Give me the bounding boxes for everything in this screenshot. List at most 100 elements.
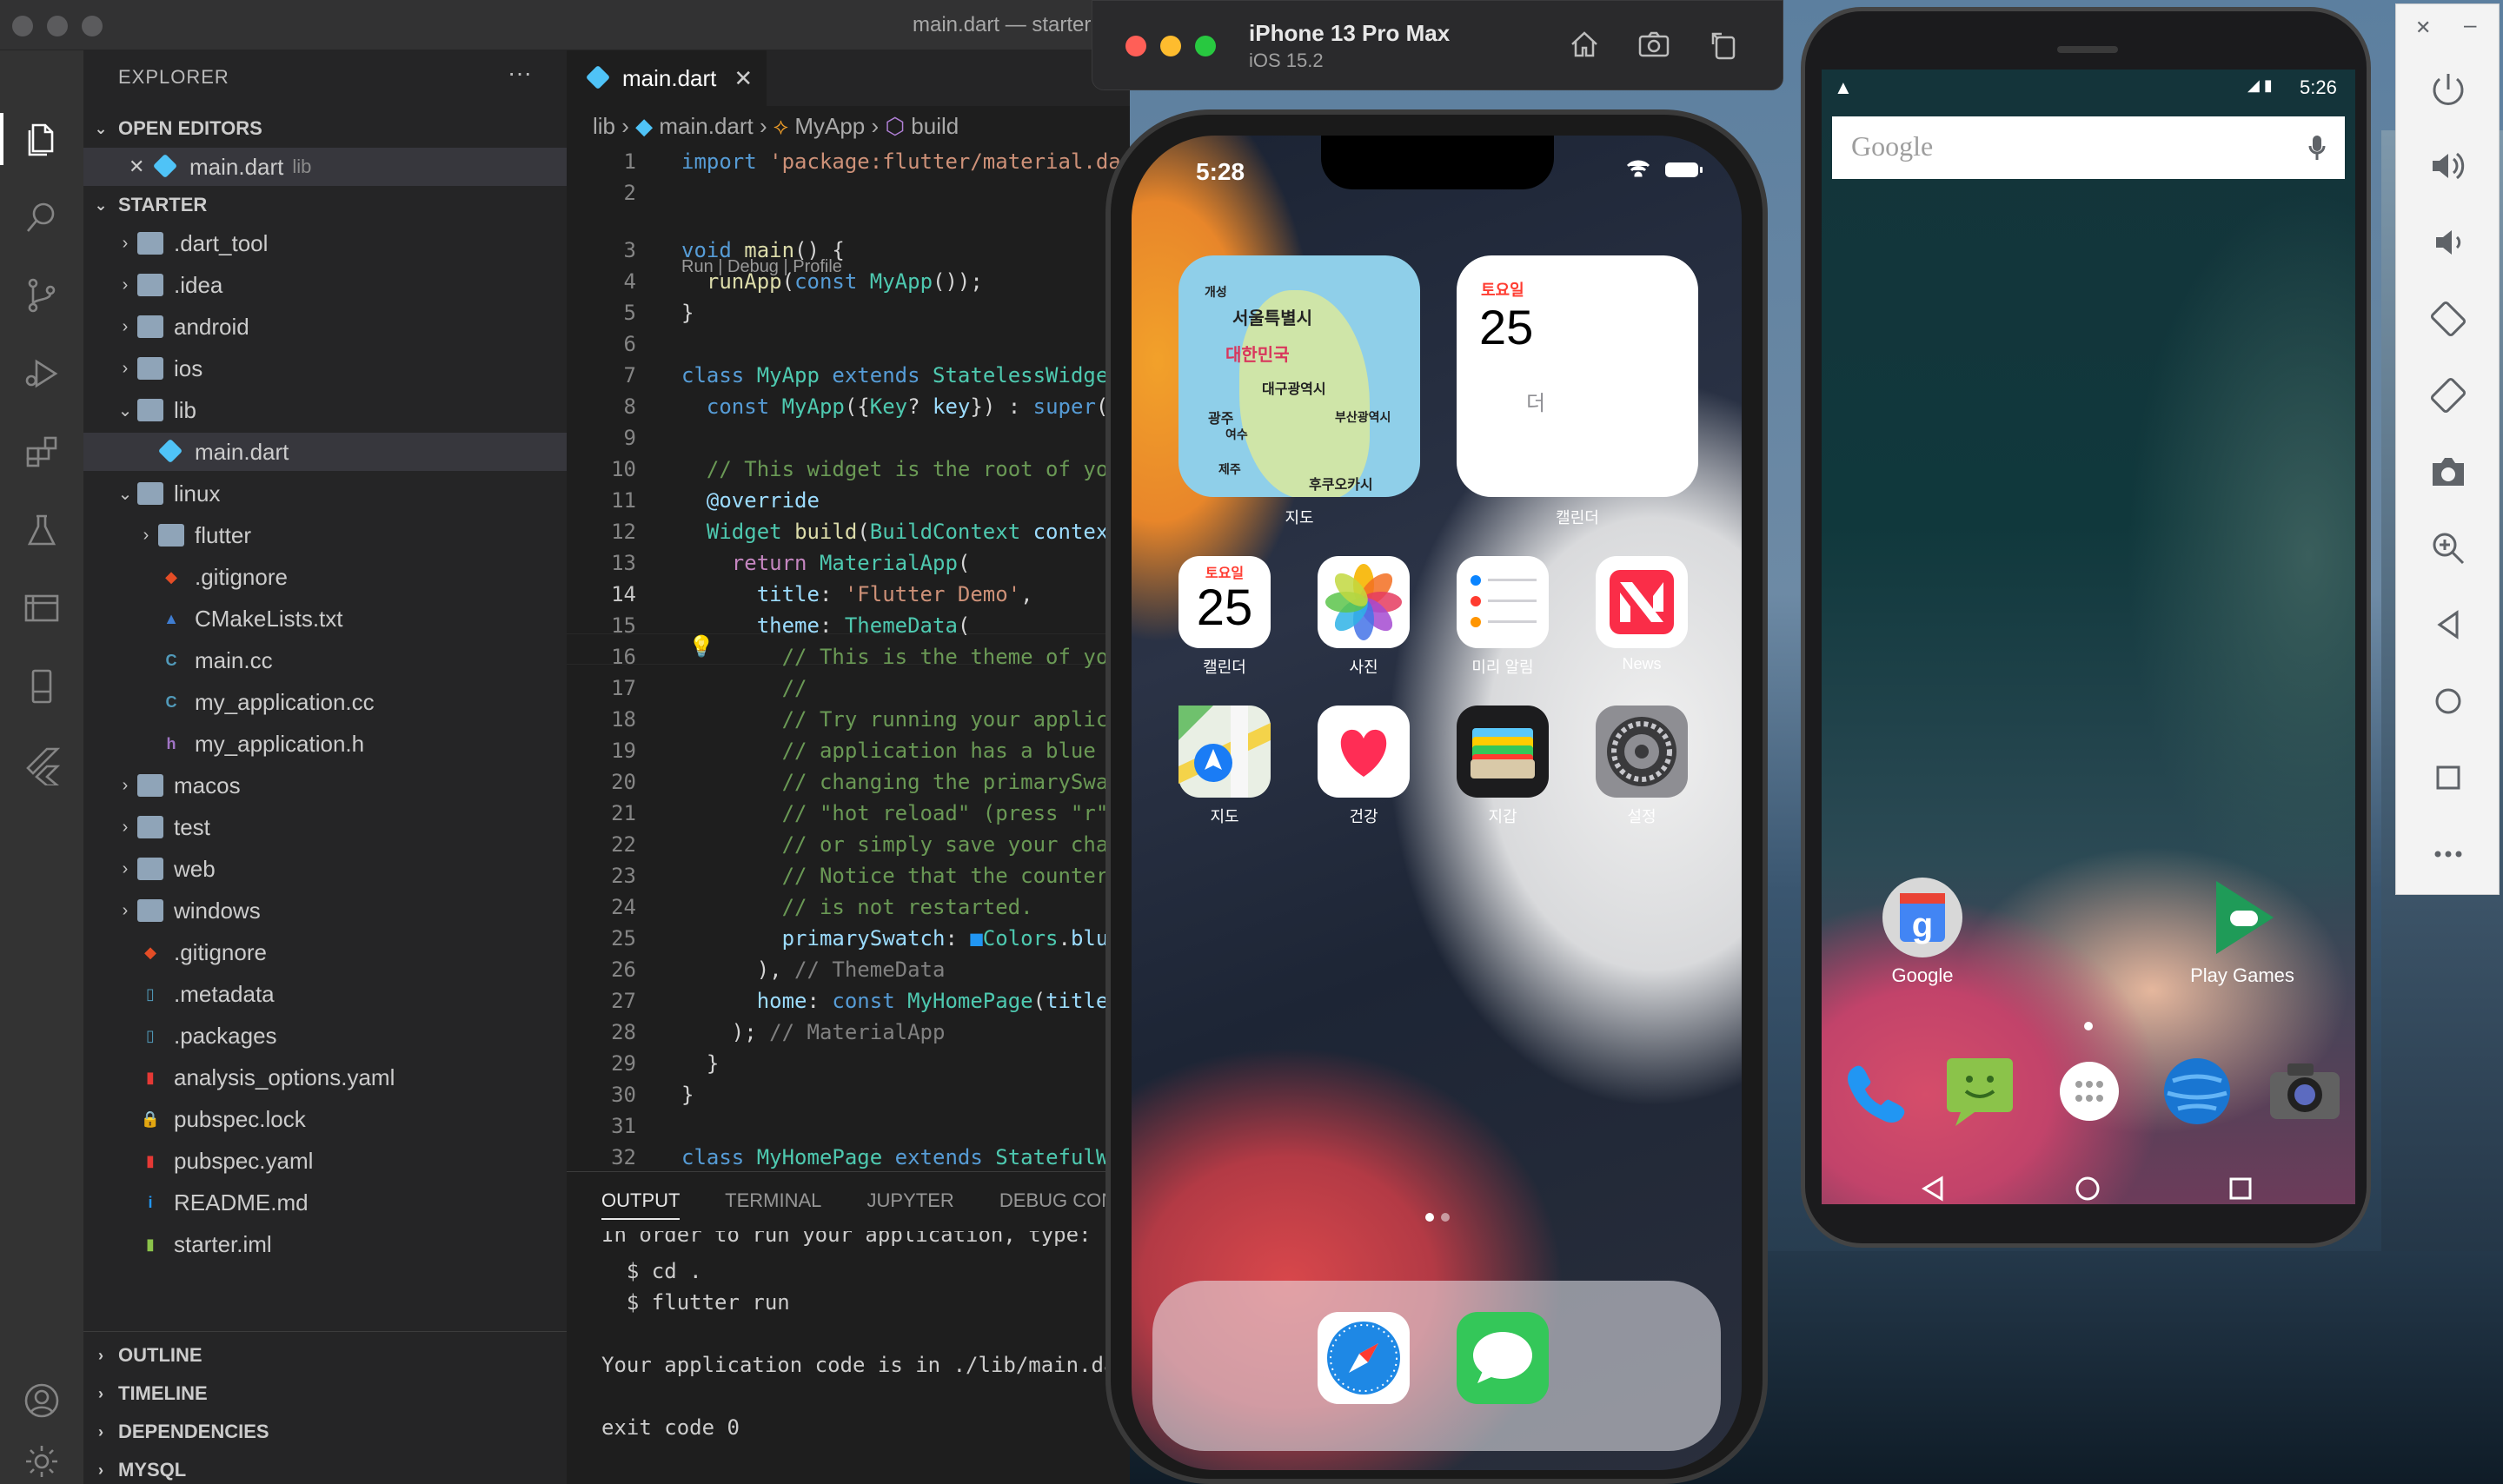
tree-folder[interactable]: › flutter [83, 516, 567, 554]
chevron-right-icon[interactable]: › [113, 901, 137, 921]
calendar-icon[interactable]: 토요일 25 [1178, 556, 1271, 648]
chevron-right-icon[interactable]: › [113, 275, 137, 295]
chevron-right-icon[interactable]: › [113, 776, 137, 796]
window-close-button[interactable] [12, 16, 33, 36]
window-zoom-button[interactable] [82, 16, 103, 36]
run-debug-icon[interactable] [21, 353, 63, 394]
chevron-right-icon[interactable]: › [113, 359, 137, 379]
sim-minimize-button[interactable] [1160, 36, 1181, 56]
source-control-icon[interactable] [21, 275, 63, 316]
rotate-icon[interactable] [1706, 27, 1741, 62]
messages-icon[interactable] [1457, 1312, 1549, 1404]
maps-icon[interactable] [1178, 706, 1271, 798]
app-drawer-icon[interactable] [2056, 1058, 2122, 1124]
tree-file[interactable]: Cmy_application.cc [83, 683, 567, 721]
account-icon[interactable] [21, 1380, 63, 1421]
tree-folder[interactable]: › .dart_tool [83, 224, 567, 262]
tree-folder[interactable]: ⌄ lib [83, 391, 567, 429]
android-home-icon[interactable] [2074, 1175, 2101, 1204]
phone-icon[interactable] [1841, 1058, 1910, 1128]
manage-gear-icon[interactable] [21, 1441, 63, 1482]
mysql-section[interactable]: › MYSQL [83, 1451, 567, 1484]
maps-widget[interactable]: 개성 서울특별시 대한민국 대구광역시 광주 여수 부산광역시 제주 후쿠오카시 [1178, 255, 1420, 497]
tree-file[interactable]: Cmain.cc [83, 641, 567, 679]
tree-file[interactable]: main.dart [83, 433, 567, 471]
tab-close-icon[interactable]: ✕ [734, 65, 753, 92]
outline-section[interactable]: › OUTLINE [83, 1336, 567, 1375]
chevron-right-icon[interactable]: › [113, 234, 137, 254]
tree-folder[interactable]: › test [83, 808, 567, 846]
chevron-right-icon[interactable]: › [134, 526, 158, 546]
tree-folder[interactable]: › android [83, 308, 567, 346]
sim-zoom-button[interactable] [1195, 36, 1216, 56]
tree-folder[interactable]: › windows [83, 891, 567, 930]
home-icon[interactable] [2427, 680, 2469, 722]
android-overview-icon[interactable] [2227, 1175, 2254, 1204]
tree-file[interactable]: ◆ .gitignore [83, 933, 567, 971]
close-icon[interactable]: ✕ [2415, 17, 2431, 39]
breadcrumb-file[interactable]: main.dart [659, 113, 753, 139]
tree-folder[interactable]: › ios [83, 349, 567, 388]
explorer-more-button[interactable]: ··· [508, 59, 532, 87]
timeline-section[interactable]: › TIMELINE [83, 1375, 567, 1413]
remote-explorer-icon[interactable] [21, 587, 63, 629]
calendar-widget[interactable]: 토요일 25 더 [1457, 255, 1698, 497]
camera-icon[interactable] [2427, 451, 2469, 493]
tab-jupyter[interactable]: JUPYTER [867, 1189, 954, 1211]
extensions-icon[interactable] [21, 431, 63, 473]
back-icon[interactable] [2427, 604, 2469, 646]
rotate-left-icon[interactable] [2427, 298, 2469, 340]
breadcrumb-dir[interactable]: lib [593, 113, 615, 139]
minimize-icon[interactable]: – [2464, 11, 2476, 38]
android-back-icon[interactable] [1919, 1175, 1947, 1204]
messaging-icon[interactable] [1943, 1055, 2016, 1128]
iphone-screen[interactable]: 5:28 개성 서울특별시 대한민국 대구광역시 광주 여수 부산광역시 제주 … [1132, 136, 1742, 1470]
rotate-right-icon[interactable] [2427, 374, 2469, 416]
browser-icon[interactable] [2161, 1055, 2234, 1128]
tree-file[interactable]: ▮ analysis_options.yaml [83, 1058, 567, 1096]
search-icon[interactable] [21, 196, 63, 238]
tree-file[interactable]: h my_application.h [83, 725, 567, 763]
tree-folder[interactable]: ⌄ linux [83, 474, 567, 513]
more-icon[interactable] [2427, 833, 2469, 875]
home-icon[interactable] [1567, 27, 1602, 62]
tab-terminal[interactable]: TERMINAL [725, 1189, 821, 1211]
safari-icon[interactable] [1318, 1312, 1410, 1404]
page-indicator[interactable] [1441, 1213, 1450, 1222]
page-indicator-active[interactable] [1425, 1213, 1434, 1222]
google-icon[interactable]: g [1881, 876, 1964, 959]
chevron-down-icon[interactable]: ⌄ [113, 483, 137, 505]
screenshot-icon[interactable] [1637, 27, 1671, 62]
open-editor-item[interactable]: ✕ main.dart lib [83, 148, 567, 186]
chevron-right-icon[interactable]: › [113, 317, 137, 337]
news-icon[interactable] [1596, 556, 1688, 648]
reminders-icon[interactable] [1457, 556, 1549, 648]
project-section[interactable]: ⌄ STARTER [83, 186, 567, 224]
tree-folder[interactable]: › macos [83, 766, 567, 805]
android-screen[interactable]: ▲ ◢ ▮ 5:26 Google g Google Play Games [1822, 70, 2355, 1204]
open-editors-section[interactable]: ⌄ OPEN EDITORS [83, 109, 567, 148]
tab-output[interactable]: OUTPUT [601, 1189, 681, 1220]
tree-file[interactable]: ◆ .gitignore [83, 558, 567, 596]
window-minimize-button[interactable] [47, 16, 68, 36]
microphone-icon[interactable] [2308, 134, 2326, 162]
chevron-right-icon[interactable]: › [113, 859, 137, 879]
health-icon[interactable] [1318, 706, 1410, 798]
testing-icon[interactable] [21, 509, 63, 551]
chevron-down-icon[interactable]: ⌄ [113, 400, 137, 421]
breadcrumb-method[interactable]: build [911, 113, 959, 139]
explorer-icon[interactable] [21, 118, 63, 160]
sim-close-button[interactable] [1125, 36, 1146, 56]
overview-icon[interactable] [2427, 757, 2469, 798]
tree-folder[interactable]: › .idea [83, 266, 567, 304]
play-games-icon[interactable] [2201, 876, 2284, 959]
dependencies-section[interactable]: › DEPENDENCIES [83, 1413, 567, 1451]
settings-icon[interactable] [1596, 706, 1688, 798]
breadcrumb-class[interactable]: MyApp [794, 113, 865, 139]
power-icon[interactable] [2427, 69, 2469, 110]
google-search-bar[interactable]: Google [1832, 116, 2345, 179]
tree-file[interactable]: ▯ .packages [83, 1017, 567, 1055]
close-icon[interactable]: ✕ [129, 156, 153, 178]
volume-up-icon[interactable] [2427, 145, 2469, 187]
volume-down-icon[interactable] [2427, 222, 2469, 263]
